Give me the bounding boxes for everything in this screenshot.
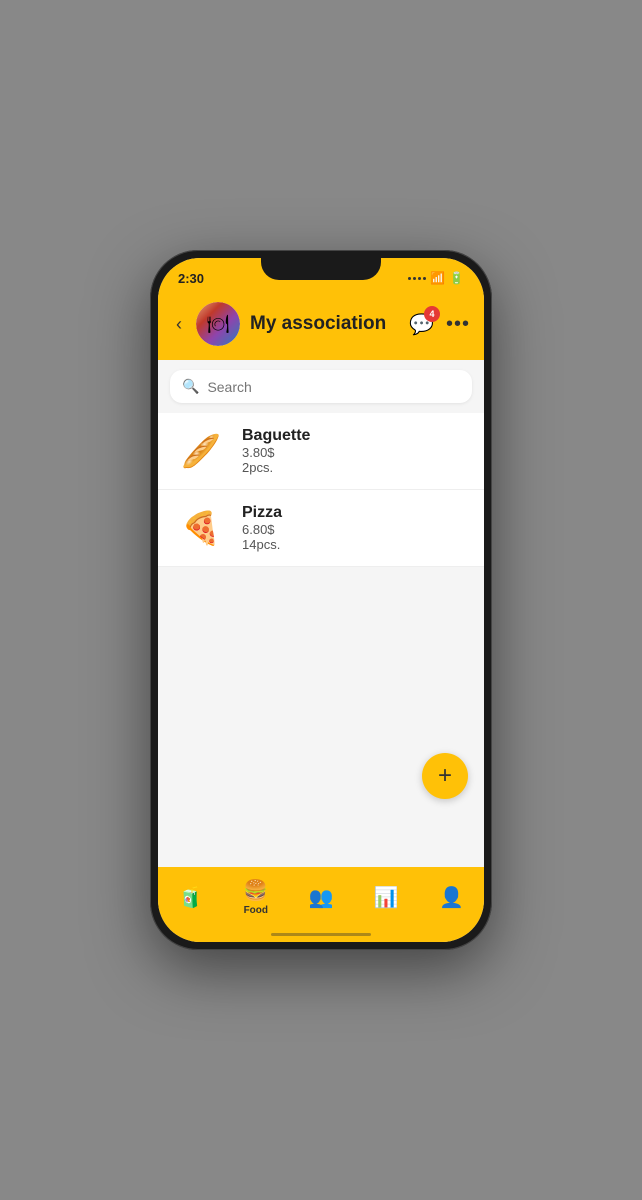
nav-item-stats[interactable]: 📊 — [354, 885, 419, 910]
signal-icon — [408, 277, 426, 280]
item-info-pizza: Pizza 6.80$ 14pcs. — [242, 504, 282, 552]
search-icon: 🔍 — [182, 378, 199, 395]
item-image-pizza: 🍕 — [174, 508, 228, 548]
home-indicator — [158, 929, 484, 942]
notification-badge: 4 — [424, 306, 440, 322]
item-info-baguette: Baguette 3.80$ 2pcs. — [242, 427, 310, 475]
empty-space — [158, 567, 484, 867]
bottom-nav: 🧃 🍔 Food 👥 📊 👤 — [158, 867, 484, 929]
list-item[interactable]: 🍕 Pizza 6.80$ 14pcs. — [158, 490, 484, 567]
header-actions: 💬 4 ••• — [409, 312, 470, 337]
back-button[interactable]: ‹ — [172, 312, 186, 337]
avatar: 🍽 — [196, 302, 240, 346]
stats-icon: 📊 — [374, 885, 399, 910]
notification-button[interactable]: 💬 4 — [409, 312, 434, 337]
account-icon: 👤 — [439, 885, 464, 910]
nav-item-food[interactable]: 🍔 Food — [223, 878, 288, 916]
item-name: Pizza — [242, 504, 282, 522]
members-icon: 👥 — [309, 885, 334, 910]
item-name: Baguette — [242, 427, 310, 445]
item-qty: 2pcs. — [242, 460, 310, 475]
nav-item-drinks[interactable]: 🧃 — [158, 885, 223, 910]
header: ‹ 🍽 My association 💬 4 ••• — [158, 294, 484, 360]
item-price: 6.80$ — [242, 522, 282, 537]
search-input[interactable] — [207, 379, 460, 395]
item-price: 3.80$ — [242, 445, 310, 460]
item-qty: 14pcs. — [242, 537, 282, 552]
page-title: My association — [250, 313, 399, 335]
more-options-button[interactable]: ••• — [446, 313, 470, 336]
item-image-baguette: 🥖 — [174, 431, 228, 471]
items-list: 🥖 Baguette 3.80$ 2pcs. 🍕 Pizza 6.80$ 14p… — [158, 413, 484, 567]
add-button[interactable]: + — [422, 753, 468, 799]
status-time: 2:30 — [178, 271, 204, 286]
list-item[interactable]: 🥖 Baguette 3.80$ 2pcs. — [158, 413, 484, 490]
phone-shell: 2:30 📶 🔋 ‹ 🍽 My association � — [150, 250, 492, 950]
avatar-image: 🍽 — [196, 302, 240, 346]
food-icon: 🍔 — [243, 878, 268, 903]
search-bar[interactable]: 🔍 — [170, 370, 472, 403]
phone-screen: 2:30 📶 🔋 ‹ 🍽 My association � — [158, 258, 484, 942]
home-bar — [271, 933, 371, 936]
drinks-icon: 🧃 — [178, 885, 203, 910]
content-area: 🔍 🥖 Baguette 3.80$ 2pcs. 🍕 Pizza — [158, 360, 484, 867]
notch — [261, 258, 381, 280]
nav-item-members[interactable]: 👥 — [288, 885, 353, 910]
nav-item-account[interactable]: 👤 — [419, 885, 484, 910]
status-icons: 📶 🔋 — [408, 271, 464, 285]
wifi-icon: 📶 — [430, 271, 445, 285]
battery-icon: 🔋 — [449, 271, 464, 285]
nav-label-food: Food — [244, 905, 268, 916]
